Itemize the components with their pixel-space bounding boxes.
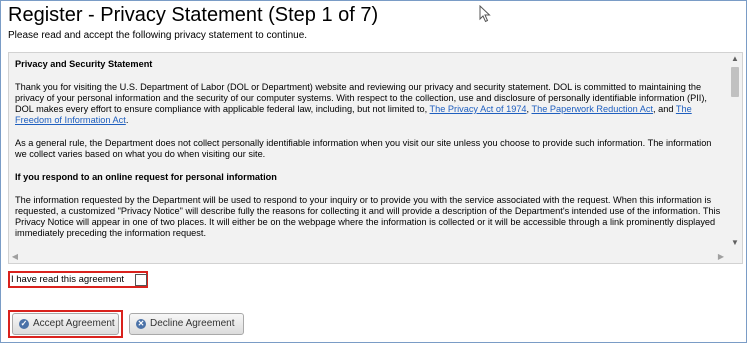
scroll-down-icon[interactable]: ▼ — [728, 237, 742, 249]
mouse-pointer-icon — [479, 5, 491, 23]
page-subtitle: Please read and accept the following pri… — [8, 30, 308, 41]
agreement-checkbox[interactable] — [135, 274, 147, 286]
accept-button-label: Accept Agreement — [33, 318, 115, 329]
separator-text: . — [125, 115, 129, 125]
check-circle-icon: ✓ — [19, 319, 29, 329]
decline-agreement-button[interactable]: ✕ Decline Agreement — [129, 313, 244, 335]
register-window: Register - Privacy Statement (Step 1 of … — [0, 0, 747, 343]
statement-paragraph-1: Thank you for visiting the U.S. Departme… — [15, 82, 721, 126]
separator-text: , and — [653, 104, 676, 114]
vertical-scrollbar[interactable]: ▲ ▼ — [728, 53, 742, 249]
statement-paragraph-2: As a general rule, the Department does n… — [15, 138, 712, 159]
scroll-left-icon[interactable]: ◀ — [9, 250, 21, 263]
horizontal-scrollbar[interactable]: ◀ ▶ — [9, 250, 727, 263]
accept-agreement-button[interactable]: ✓ Accept Agreement — [12, 313, 119, 335]
x-circle-icon: ✕ — [136, 319, 146, 329]
statement-heading-2: If you respond to an online request for … — [15, 172, 277, 182]
paperwork-reduction-act-link[interactable]: The Paperwork Reduction Act — [532, 104, 654, 114]
page-title: Register - Privacy Statement (Step 1 of … — [8, 4, 379, 26]
privacy-statement-panel[interactable]: Privacy and Security Statement Thank you… — [8, 52, 743, 264]
statement-paragraph-3: The information requested by the Departm… — [15, 195, 721, 238]
scroll-up-icon[interactable]: ▲ — [728, 53, 742, 65]
privacy-statement-text: Privacy and Security Statement Thank you… — [9, 53, 727, 249]
privacy-act-link[interactable]: The Privacy Act of 1974 — [430, 104, 527, 114]
agreement-checkbox-row[interactable]: I have read this agreement — [8, 271, 148, 288]
agreement-label: I have read this agreement — [11, 274, 125, 285]
scrollbar-thumb[interactable] — [731, 67, 739, 97]
scroll-right-icon[interactable]: ▶ — [715, 250, 727, 263]
decline-button-label: Decline Agreement — [150, 318, 235, 329]
statement-heading: Privacy and Security Statement — [15, 59, 153, 69]
